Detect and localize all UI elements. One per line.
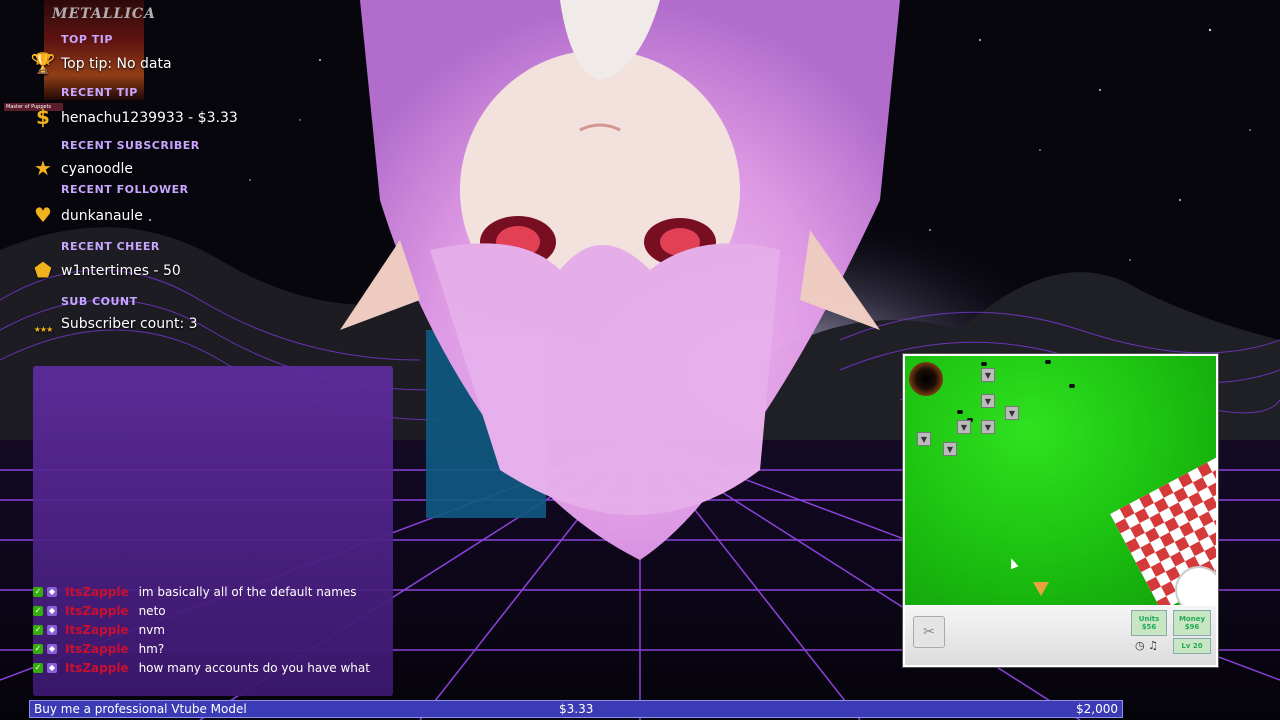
chat-text: neto — [138, 603, 166, 618]
chat-message: ✓ ◆ ItsZapple how many accounts do you h… — [33, 658, 370, 677]
game-toolbar: ✂ Units $56 Money $96 ◷ ♫ Lv 20 — [905, 606, 1216, 665]
turret-build-button[interactable]: ✂ — [913, 616, 945, 648]
pizza-icon — [1033, 582, 1049, 596]
game-window: ▼ ▼ ▼ ▼ ▼ ▼ ▼ ✂ Units $56 Money $96 ◷ ♫ … — [902, 353, 1219, 668]
moderator-badge-icon: ✓ — [33, 662, 43, 673]
stat-value-top-tip: Top tip: No data — [61, 56, 172, 72]
turret-icon[interactable]: ▼ — [981, 394, 995, 408]
units-box: Units $56 — [1131, 610, 1167, 636]
chat-username[interactable]: ItsZapple — [65, 642, 129, 656]
donation-goal-target: $2,000 — [1076, 702, 1118, 716]
turret-icon[interactable]: ▼ — [943, 442, 957, 456]
stat-value-recent-tip: henachu1239933 - $3.33 — [61, 110, 238, 126]
ant-icon — [1045, 360, 1051, 364]
turret-icon[interactable]: ▼ — [957, 420, 971, 434]
donation-goal-label: Buy me a professional Vtube Model — [34, 702, 247, 716]
chat-text: how many accounts do you have what — [138, 660, 370, 675]
album-title: METALLICA — [52, 6, 156, 22]
mouse-cursor-icon — [1007, 556, 1019, 570]
donation-goal-bar: Buy me a professional Vtube Model $3.33 … — [29, 700, 1123, 718]
chat-username[interactable]: ItsZapple — [65, 623, 129, 637]
ant-icon — [981, 362, 987, 366]
subscriber-badge-icon: ◆ — [47, 643, 57, 654]
clock-icon[interactable]: ◷ — [1135, 639, 1145, 652]
moderator-badge-icon: ✓ — [33, 643, 43, 654]
turret-icon[interactable]: ▼ — [1005, 406, 1019, 420]
money-label: Money — [1178, 615, 1206, 623]
money-box: Money $96 — [1173, 610, 1211, 636]
chat-username[interactable]: ItsZapple — [65, 661, 129, 675]
stat-heading-top-tip: TOP TIP — [61, 33, 113, 46]
heart-icon: ♥ — [34, 203, 52, 227]
subscriber-badge-icon: ◆ — [47, 662, 57, 673]
stat-value-recent-follower: dunkanaule — [61, 208, 143, 224]
donation-goal-current: $3.33 — [559, 702, 594, 716]
game-field[interactable]: ▼ ▼ ▼ ▼ ▼ ▼ ▼ — [905, 356, 1216, 605]
chat-message: ✓ ◆ ItsZapple hm? — [33, 639, 164, 658]
gem-icon: ⬟ — [34, 258, 52, 282]
subscriber-badge-icon: ◆ — [47, 586, 57, 597]
stat-value-sub-count: Subscriber count: 3 — [61, 316, 198, 332]
turret-icon[interactable]: ▼ — [981, 368, 995, 382]
chat-message: ✓ ◆ ItsZapple neto — [33, 601, 166, 620]
chat-text: im basically all of the default names — [138, 584, 357, 599]
anthill-icon — [909, 362, 943, 396]
moderator-badge-icon: ✓ — [33, 605, 43, 616]
level-box: Lv 20 — [1173, 638, 1211, 654]
turret-icon[interactable]: ▼ — [981, 420, 995, 434]
music-icon[interactable]: ♫ — [1148, 639, 1158, 652]
stat-heading-recent-cheer: RECENT CHEER — [61, 240, 160, 253]
moderator-badge-icon: ✓ — [33, 624, 43, 635]
stat-heading-sub-count: SUB COUNT — [61, 295, 138, 308]
units-value: $56 — [1141, 623, 1157, 631]
chat-text: hm? — [138, 641, 165, 656]
subscriber-badge-icon: ◆ — [47, 624, 57, 635]
game-controls: ◷ ♫ — [1135, 639, 1158, 652]
moderator-badge-icon: ✓ — [33, 586, 43, 597]
level-value: Lv 20 — [1181, 642, 1203, 650]
stat-heading-recent-subscriber: RECENT SUBSCRIBER — [61, 139, 200, 152]
money-value: $96 — [1184, 623, 1200, 631]
trophy-icon: 🏆 — [30, 51, 56, 75]
chat-username[interactable]: ItsZapple — [65, 604, 129, 618]
turret-icon[interactable]: ▼ — [917, 432, 931, 446]
album-art: METALLICA — [44, 0, 155, 100]
chat-message: ✓ ◆ ItsZapple nvm — [33, 620, 165, 639]
star-icon: ★ — [34, 156, 52, 180]
dollar-icon: $ — [36, 105, 50, 129]
stat-value-recent-cheer: w1ntertimes - 50 — [61, 263, 181, 279]
chat-text: nvm — [138, 622, 165, 637]
subscriber-badge-icon: ◆ — [47, 605, 57, 616]
stat-value-recent-subscriber: cyanoodle — [61, 161, 133, 177]
ant-icon — [1069, 384, 1075, 388]
chat-username[interactable]: ItsZapple — [65, 585, 129, 599]
stars-icon: ★★★ — [33, 324, 54, 334]
chat-message: ✓ ◆ ItsZapple im basically all of the de… — [33, 582, 357, 601]
ant-icon — [957, 410, 963, 414]
stat-heading-recent-follower: RECENT FOLLOWER — [61, 183, 189, 196]
stat-heading-recent-tip: RECENT TIP — [61, 86, 138, 99]
units-label: Units — [1138, 615, 1160, 623]
